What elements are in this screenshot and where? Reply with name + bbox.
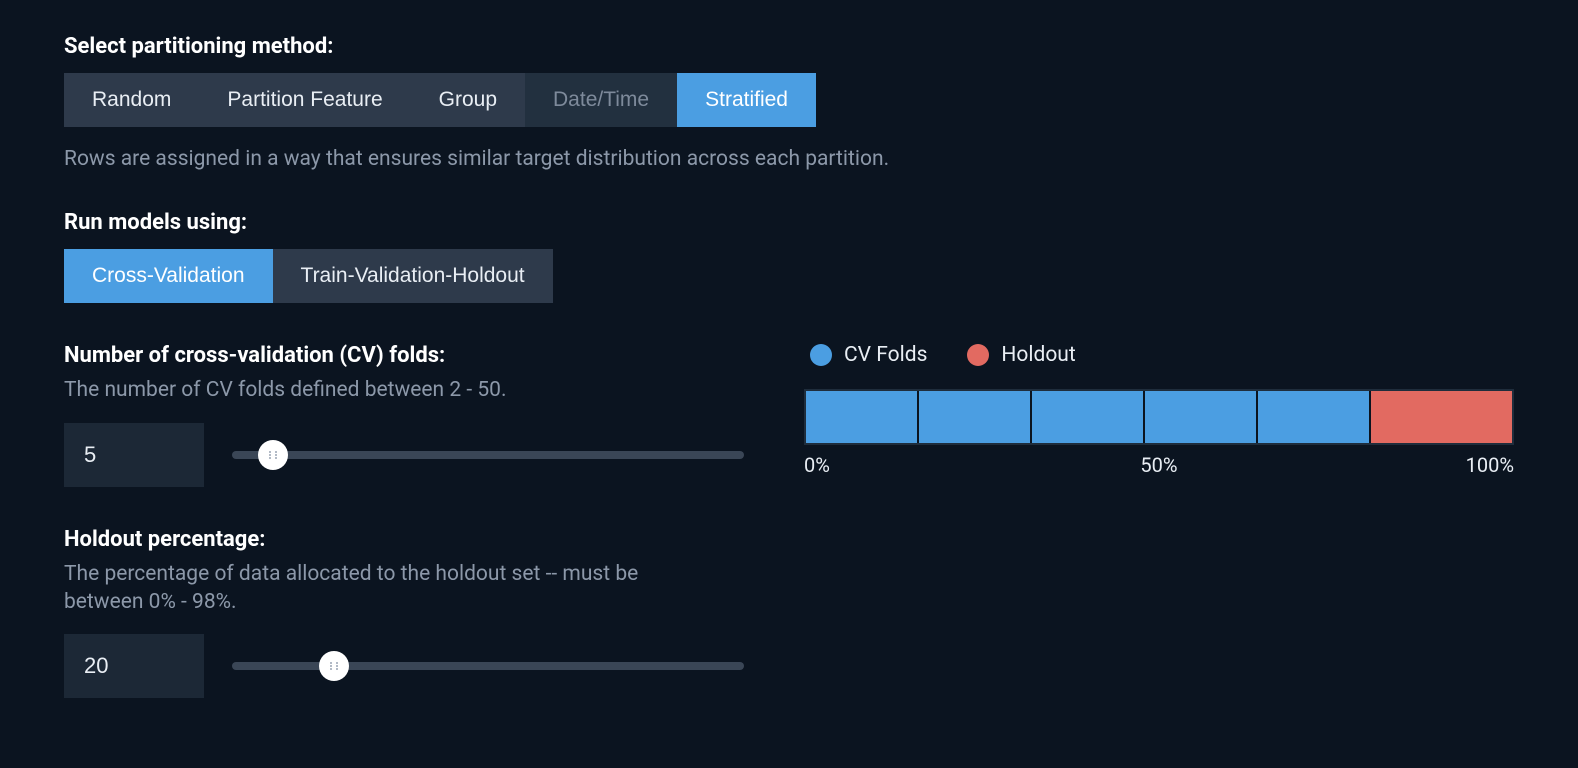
viz-tick-50: 50%	[1140, 453, 1177, 477]
slider-track	[232, 451, 744, 459]
grip-icon	[329, 661, 339, 671]
holdout-input[interactable]	[64, 634, 204, 698]
viz-tick-0: 0%	[804, 453, 830, 477]
run-mode-tabs: Cross-Validation Train-Validation-Holdou…	[64, 249, 1514, 303]
partition-tab-random[interactable]: Random	[64, 73, 199, 127]
holdout-slider[interactable]	[232, 646, 744, 686]
legend-swatch-cv	[810, 344, 832, 366]
cv-folds-field: Number of cross-validation (CV) folds: T…	[64, 343, 744, 486]
partition-method-description: Rows are assigned in a way that ensures …	[64, 145, 1514, 174]
viz-cv-fold	[806, 391, 919, 443]
cv-folds-slider[interactable]	[232, 435, 744, 475]
legend-holdout: Holdout	[967, 343, 1075, 367]
viz-holdout-segment	[1371, 391, 1512, 443]
legend-cv-folds: CV Folds	[810, 343, 927, 367]
partition-method-label: Select partitioning method:	[64, 34, 1514, 59]
grip-icon	[268, 450, 278, 460]
partition-viz-legend: CV Folds Holdout	[804, 343, 1514, 367]
partition-tab-partition-feature[interactable]: Partition Feature	[199, 73, 410, 127]
holdout-field: Holdout percentage: The percentage of da…	[64, 527, 744, 699]
partition-tab-stratified[interactable]: Stratified	[677, 73, 816, 127]
legend-swatch-holdout	[967, 344, 989, 366]
partition-viz-bar	[804, 389, 1514, 445]
holdout-description: The percentage of data allocated to the …	[64, 560, 684, 617]
partition-method-tabs: Random Partition Feature Group Date/Time…	[64, 73, 1514, 127]
slider-track	[232, 662, 744, 670]
viz-cv-fold	[1145, 391, 1258, 443]
legend-cv-label: CV Folds	[844, 343, 927, 367]
run-mode-tab-tvh[interactable]: Train-Validation-Holdout	[273, 249, 553, 303]
legend-holdout-label: Holdout	[1001, 343, 1075, 367]
slider-thumb[interactable]	[258, 440, 288, 470]
slider-thumb[interactable]	[319, 651, 349, 681]
cv-folds-input[interactable]	[64, 423, 204, 487]
cv-folds-description: The number of CV folds defined between 2…	[64, 376, 684, 404]
partition-tab-datetime: Date/Time	[525, 73, 677, 127]
viz-cv-fold	[919, 391, 1032, 443]
cv-folds-title: Number of cross-validation (CV) folds:	[64, 343, 744, 368]
viz-cv-fold	[1258, 391, 1371, 443]
viz-tick-100: 100%	[1466, 453, 1514, 477]
partition-tab-group[interactable]: Group	[411, 73, 525, 127]
run-mode-label: Run models using:	[64, 210, 1514, 235]
viz-cv-fold	[1032, 391, 1145, 443]
holdout-title: Holdout percentage:	[64, 527, 744, 552]
run-mode-tab-cross-validation[interactable]: Cross-Validation	[64, 249, 273, 303]
